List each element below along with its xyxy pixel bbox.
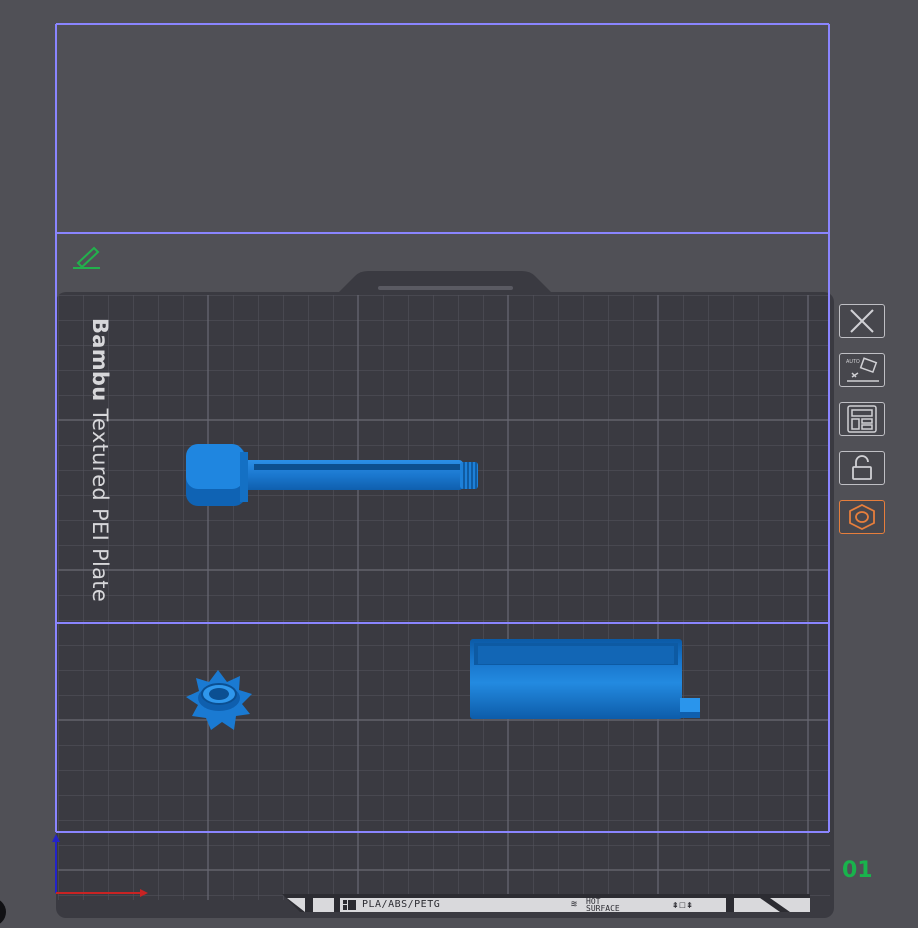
- 3d-viewport[interactable]: [0, 0, 918, 928]
- plate-index-label: 01: [842, 858, 873, 883]
- auto-orient-icon: AUTO: [846, 357, 879, 382]
- lock-icon: [852, 455, 872, 480]
- settings-hexagon-icon: [849, 503, 875, 531]
- close-plate-button[interactable]: [839, 304, 885, 338]
- plate-grid: [58, 295, 830, 900]
- svg-text:AUTO: AUTO: [846, 359, 860, 365]
- plate-type-label-bold: Bambu: [88, 317, 112, 402]
- arrange-icon: [847, 405, 877, 433]
- close-icon: [850, 309, 874, 333]
- heat-icon: ≋: [571, 899, 578, 910]
- plate-handle-slot: [378, 286, 513, 290]
- plate-settings-button[interactable]: [839, 500, 885, 534]
- part-cylinder-case[interactable]: [470, 639, 700, 719]
- plate-orientation-icon: ⇞☐⇞: [672, 898, 694, 911]
- lock-plate-button[interactable]: [839, 451, 885, 485]
- edit-plate-name-icon[interactable]: [73, 246, 100, 269]
- plate-type-label-rest: Textured PEI Plate: [88, 401, 112, 603]
- arrange-button[interactable]: [839, 402, 885, 436]
- filament-type-label: PLA/ABS/PETG: [362, 899, 441, 910]
- hot-surface-line2: SURFACE: [586, 904, 620, 913]
- plate-type-label: Bambu Textured PEI Plate: [88, 318, 112, 602]
- auto-orient-button[interactable]: AUTO: [839, 353, 885, 387]
- corner-marker: [0, 900, 6, 924]
